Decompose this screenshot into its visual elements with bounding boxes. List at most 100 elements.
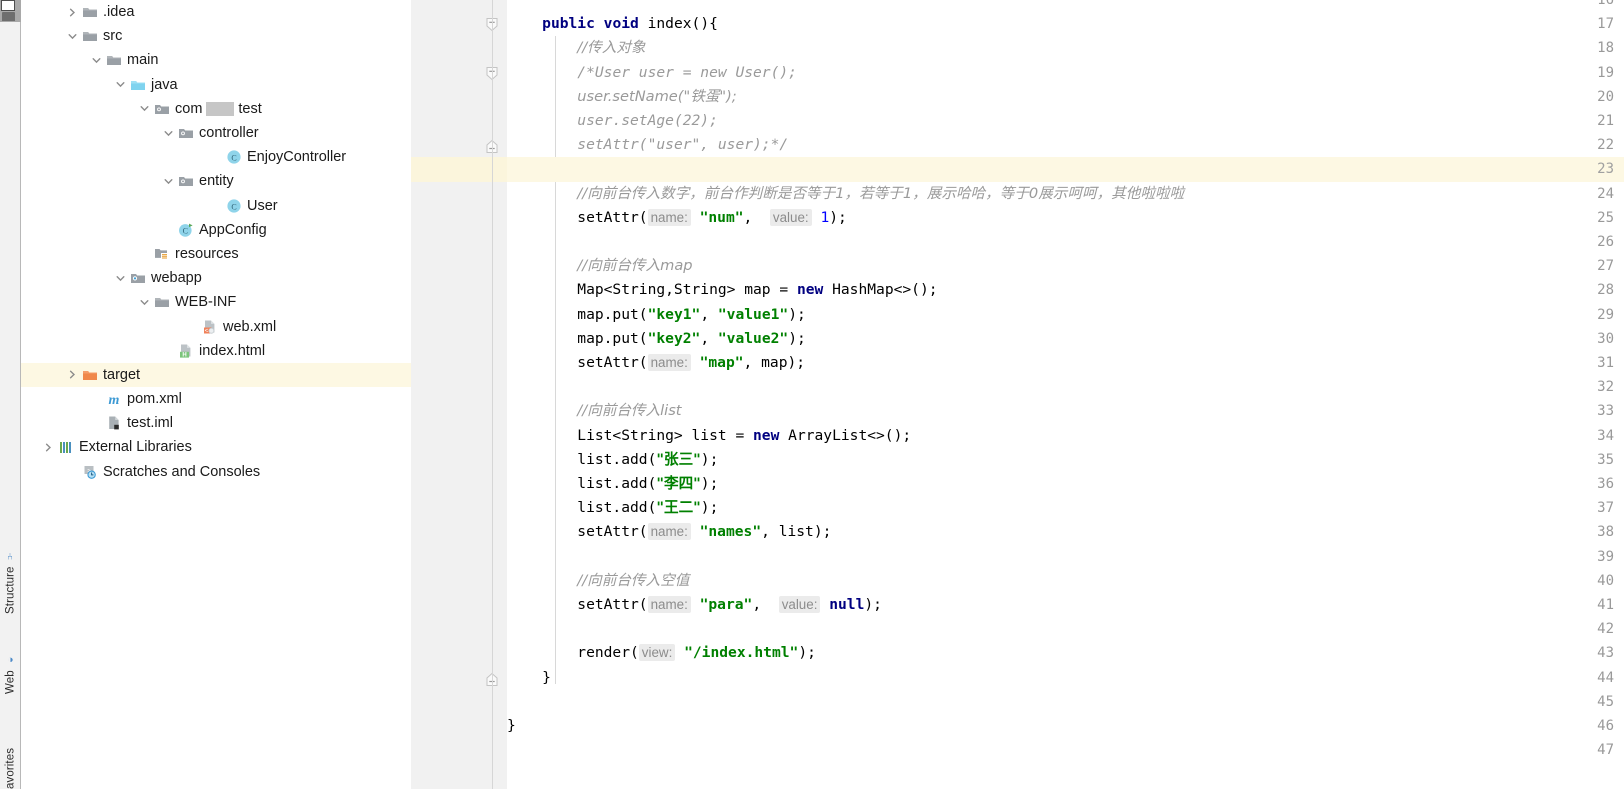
code-token-cmt: //向前台传入数字，前台作判断是否等于1，若等于1，展示哈哈，等于0展示呵呵，其… <box>577 184 1185 202</box>
tree-item-external-libraries[interactable]: External Libraries <box>21 435 411 459</box>
chevron-right-icon[interactable] <box>65 7 80 18</box>
code-line[interactable]: user.setAge(22); <box>507 109 1624 133</box>
tree-item-web-xml[interactable]: < web.xml <box>21 314 411 338</box>
tree-item-webapp[interactable]: webapp <box>21 266 411 290</box>
folder-icon <box>2 12 15 21</box>
line-number: 43 <box>1597 645 1614 662</box>
chevron-down-icon[interactable] <box>137 297 152 308</box>
code-line[interactable]: List<String> list = new ArrayList<>(); <box>507 424 1624 448</box>
line-number: 37 <box>1597 500 1614 517</box>
tree-item-java[interactable]: java <box>21 73 411 97</box>
chevron-down-icon[interactable] <box>89 55 104 66</box>
chevron-right-icon[interactable] <box>41 442 56 453</box>
code-line[interactable]: /*User user = new User(); <box>507 61 1624 85</box>
tree-item-target[interactable]: target <box>21 362 411 387</box>
code-token-num: 1 <box>820 208 830 226</box>
code-line[interactable] <box>507 0 1624 12</box>
code-token-str: "李四" <box>656 475 701 492</box>
tree-item-web-inf[interactable]: WEB-INF <box>21 290 411 314</box>
code-editor[interactable]: public void index(){ //传入对象 /*User user … <box>411 0 1624 789</box>
tree-item-src[interactable]: src <box>21 24 411 48</box>
code-line[interactable]: } <box>507 714 1624 738</box>
chevron-down-icon[interactable] <box>113 79 128 90</box>
code-line[interactable] <box>507 157 1624 181</box>
code-token-plain: HashMap<>(); <box>823 281 938 299</box>
code-token-cmt: user.setAge(22); <box>577 112 718 129</box>
code-line[interactable] <box>507 545 1624 569</box>
code-token-plain: list.add( <box>507 475 657 492</box>
toolwindow-button-favorites[interactable]: avorites <box>0 712 21 789</box>
code-line[interactable]: user.setName("铁蛋"); <box>507 85 1624 109</box>
redacted-block <box>206 101 235 116</box>
code-line[interactable]: setAttr(name: "num", value: 1); <box>507 206 1624 230</box>
line-number: 23 <box>1597 161 1614 178</box>
code-line[interactable]: map.put("key1", "value1"); <box>507 303 1624 327</box>
code-line[interactable]: //向前台传入空值 <box>507 569 1624 593</box>
tree-item--idea[interactable]: .idea <box>21 0 411 24</box>
code-line[interactable]: setAttr(name: "para", value: null); <box>507 593 1624 617</box>
tree-item-pom-xml[interactable]: m pom.xml <box>21 387 411 411</box>
code-token-plain: ); <box>700 475 719 492</box>
chevron-down-icon[interactable] <box>161 176 176 187</box>
chevron-down-icon[interactable] <box>65 31 80 42</box>
code-token-cmt: //向前台传入list <box>577 402 682 420</box>
line-number: 42 <box>1597 621 1614 638</box>
tree-item-appconfig[interactable]: C AppConfig <box>21 218 411 242</box>
code-line[interactable]: Map<String,String> map = new HashMap<>()… <box>507 278 1624 302</box>
code-line[interactable]: //向前台传入map <box>507 254 1624 278</box>
line-number: 39 <box>1597 548 1614 565</box>
code-token-plain: , <box>743 208 770 226</box>
structure-icon: ⑂ <box>5 551 16 562</box>
code-line[interactable]: } <box>507 666 1624 690</box>
code-line[interactable]: render(view: "/index.html"); <box>507 641 1624 665</box>
tree-item-entity[interactable]: entity <box>21 169 411 193</box>
toolwindow-button-structure[interactable]: Structure ⑂ <box>0 522 21 614</box>
code-line[interactable] <box>507 738 1624 762</box>
code-line[interactable] <box>507 617 1624 641</box>
chevron-down-icon[interactable] <box>113 273 128 284</box>
code-line[interactable]: list.add("李四"); <box>507 472 1624 496</box>
code-line[interactable] <box>507 230 1624 254</box>
line-number: 30 <box>1597 330 1614 347</box>
tree-item-resources[interactable]: resources <box>21 242 411 266</box>
toolwindow-button-web[interactable]: Web ◐ <box>0 632 21 694</box>
tree-item-scratches-and-consoles[interactable]: >_Scratches and Consoles <box>21 460 411 484</box>
code-line[interactable]: list.add("张三"); <box>507 448 1624 472</box>
code-line[interactable]: public void index(){ <box>507 12 1624 36</box>
code-text-area[interactable]: public void index(){ //传入对象 /*User user … <box>411 0 1624 789</box>
code-line[interactable]: //向前台传入数字，前台作判断是否等于1，若等于1，展示哈哈，等于0展示呵呵，其… <box>507 182 1624 206</box>
line-number: 34 <box>1597 427 1614 444</box>
code-line[interactable]: setAttr("user", user);*/ <box>507 133 1624 157</box>
code-token-plain: setAttr( <box>507 354 648 371</box>
chevron-right-icon[interactable] <box>65 369 80 380</box>
chevron-down-icon[interactable] <box>137 103 152 114</box>
code-token-plain: ); <box>788 305 806 323</box>
fold-connector-line <box>492 0 493 789</box>
tree-item-user[interactable]: C User <box>21 194 411 218</box>
chevron-down-icon[interactable] <box>161 128 176 139</box>
code-token-plain: Map<String,String> map = <box>507 281 797 299</box>
line-number: 35 <box>1597 451 1614 468</box>
code-line[interactable] <box>507 690 1624 714</box>
tree-item-com[interactable]: com test <box>21 97 411 121</box>
code-line[interactable]: //向前台传入list <box>507 399 1624 423</box>
tree-item-index-html[interactable]: Hindex.html <box>21 339 411 363</box>
code-line[interactable]: list.add("王二"); <box>507 496 1624 520</box>
tree-item-test-iml[interactable]: test.iml <box>21 411 411 435</box>
project-tree-panel[interactable]: .idea src main java com test controller C EnjoyC… <box>21 0 411 789</box>
code-line[interactable]: setAttr(name: "names", list); <box>507 520 1624 544</box>
code-token-plain: , <box>752 596 779 613</box>
line-number: 41 <box>1597 597 1614 613</box>
tree-item-enjoycontroller[interactable]: C EnjoyController <box>21 145 411 169</box>
code-token-plain: ); <box>700 450 719 468</box>
code-token-hint: name: <box>647 596 691 613</box>
code-line[interactable]: //传入对象 <box>507 36 1624 60</box>
code-line[interactable]: setAttr(name: "map", map); <box>507 351 1624 375</box>
code-line[interactable]: map.put("key2", "value2"); <box>507 327 1624 351</box>
tree-item-controller[interactable]: controller <box>21 121 411 145</box>
code-token-cmt: /*User user = new User(); <box>577 63 797 81</box>
tree-item-main[interactable]: main <box>21 48 411 72</box>
code-line[interactable] <box>507 375 1624 399</box>
